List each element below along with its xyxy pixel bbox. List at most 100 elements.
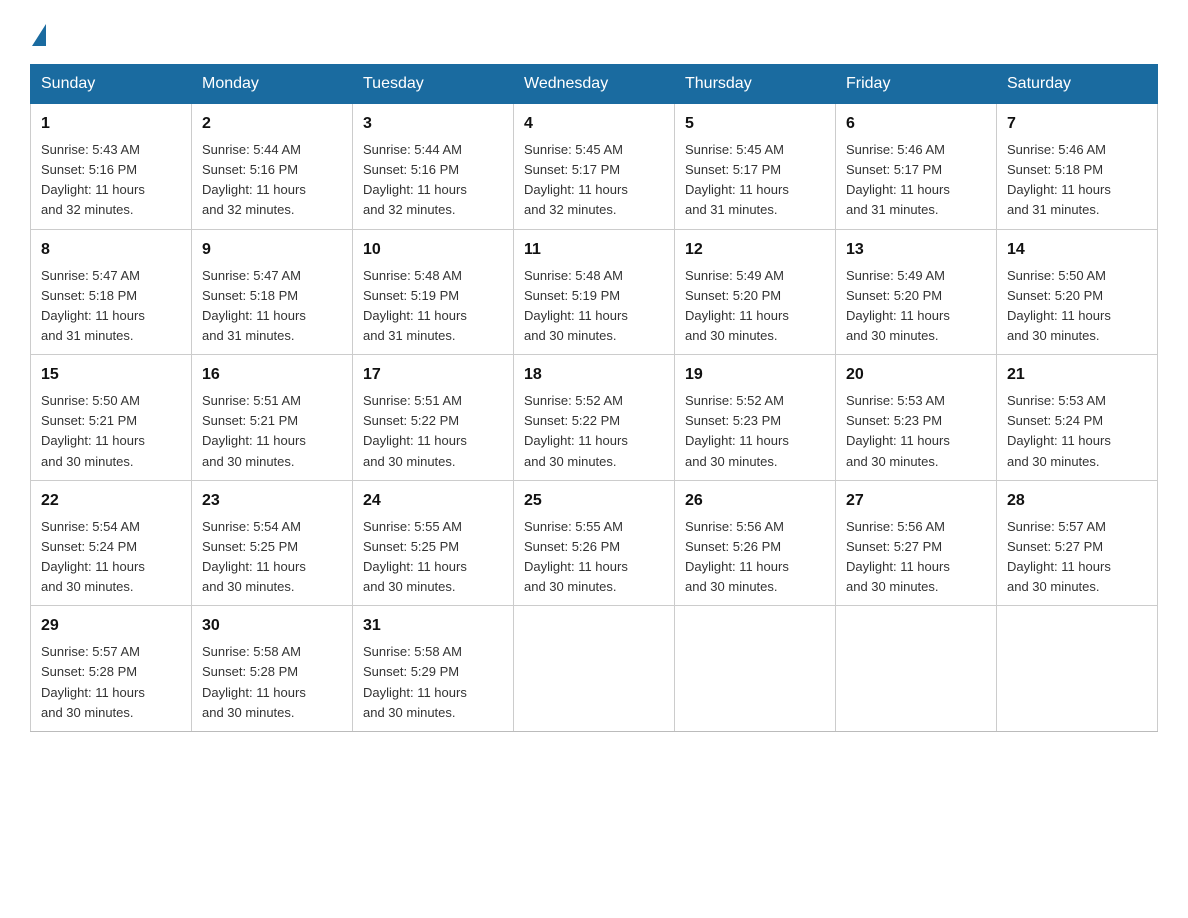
calendar-cell: 9Sunrise: 5:47 AMSunset: 5:18 PMDaylight… xyxy=(192,229,353,355)
day-number: 31 xyxy=(363,614,503,638)
day-number: 26 xyxy=(685,489,825,513)
calendar-cell: 8 Sunrise: 5:47 AMSunset: 5:18 PMDaylight… xyxy=(31,229,192,355)
day-number: 11 xyxy=(524,238,664,262)
day-info: Sunrise: 5:53 AMSunset: 5:24 PMDaylight:… xyxy=(1007,393,1111,468)
weekday-header-saturday: Saturday xyxy=(997,65,1158,104)
day-info: Sunrise: 5:44 AMSunset: 5:16 PMDaylight:… xyxy=(363,142,467,217)
weekday-header-thursday: Thursday xyxy=(675,65,836,104)
day-info: Sunrise: 5:49 AMSunset: 5:20 PMDaylight:… xyxy=(685,268,789,343)
day-number: 20 xyxy=(846,363,986,387)
day-info: Sunrise: 5:55 AMSunset: 5:26 PMDaylight:… xyxy=(524,519,628,594)
day-number: 28 xyxy=(1007,489,1147,513)
day-info: Sunrise: 5:49 AMSunset: 5:20 PMDaylight:… xyxy=(846,268,950,343)
calendar-cell xyxy=(836,606,997,732)
day-info: Sunrise: 5:54 AMSunset: 5:24 PMDaylight:… xyxy=(41,519,145,594)
calendar-cell: 1 Sunrise: 5:43 AMSunset: 5:16 PMDaylight… xyxy=(31,104,192,230)
calendar-cell: 19 Sunrise: 5:52 AMSunset: 5:23 PMDayligh… xyxy=(675,355,836,481)
calendar-cell: 24Sunrise: 5:55 AMSunset: 5:25 PMDayligh… xyxy=(353,480,514,606)
calendar-cell xyxy=(675,606,836,732)
calendar-week-row: 22 Sunrise: 5:54 AMSunset: 5:24 PMDayligh… xyxy=(31,480,1158,606)
calendar-cell: 20 Sunrise: 5:53 AMSunset: 5:23 PMDayligh… xyxy=(836,355,997,481)
day-info: Sunrise: 5:58 AMSunset: 5:29 PMDaylight:… xyxy=(363,644,467,719)
calendar-cell: 11 Sunrise: 5:48 AMSunset: 5:19 PMDayligh… xyxy=(514,229,675,355)
day-number: 7 xyxy=(1007,112,1147,136)
day-info: Sunrise: 5:55 AMSunset: 5:25 PMDaylight:… xyxy=(363,519,467,594)
day-number: 17 xyxy=(363,363,503,387)
day-number: 12 xyxy=(685,238,825,262)
day-number: 22 xyxy=(41,489,181,513)
calendar-cell: 27 Sunrise: 5:56 AMSunset: 5:27 PMDayligh… xyxy=(836,480,997,606)
day-info: Sunrise: 5:46 AMSunset: 5:17 PMDaylight:… xyxy=(846,142,950,217)
day-info: Sunrise: 5:52 AMSunset: 5:23 PMDaylight:… xyxy=(685,393,789,468)
calendar-week-row: 15Sunrise: 5:50 AMSunset: 5:21 PMDayligh… xyxy=(31,355,1158,481)
calendar-cell: 14Sunrise: 5:50 AMSunset: 5:20 PMDayligh… xyxy=(997,229,1158,355)
day-info: Sunrise: 5:51 AMSunset: 5:21 PMDaylight:… xyxy=(202,393,306,468)
day-info: Sunrise: 5:50 AMSunset: 5:20 PMDaylight:… xyxy=(1007,268,1111,343)
day-info: Sunrise: 5:45 AMSunset: 5:17 PMDaylight:… xyxy=(524,142,628,217)
day-number: 27 xyxy=(846,489,986,513)
calendar-cell: 7 Sunrise: 5:46 AMSunset: 5:18 PMDaylight… xyxy=(997,104,1158,230)
calendar-cell: 10 Sunrise: 5:48 AMSunset: 5:19 PMDayligh… xyxy=(353,229,514,355)
day-info: Sunrise: 5:56 AMSunset: 5:27 PMDaylight:… xyxy=(846,519,950,594)
day-number: 8 xyxy=(41,238,181,262)
calendar-cell: 17 Sunrise: 5:51 AMSunset: 5:22 PMDayligh… xyxy=(353,355,514,481)
calendar-cell: 25Sunrise: 5:55 AMSunset: 5:26 PMDayligh… xyxy=(514,480,675,606)
calendar-cell: 6 Sunrise: 5:46 AMSunset: 5:17 PMDaylight… xyxy=(836,104,997,230)
calendar-cell xyxy=(514,606,675,732)
calendar-cell: 3 Sunrise: 5:44 AMSunset: 5:16 PMDaylight… xyxy=(353,104,514,230)
day-info: Sunrise: 5:51 AMSunset: 5:22 PMDaylight:… xyxy=(363,393,467,468)
calendar-week-row: 1 Sunrise: 5:43 AMSunset: 5:16 PMDaylight… xyxy=(31,104,1158,230)
calendar-cell: 12 Sunrise: 5:49 AMSunset: 5:20 PMDayligh… xyxy=(675,229,836,355)
calendar-cell xyxy=(997,606,1158,732)
weekday-header-tuesday: Tuesday xyxy=(353,65,514,104)
day-number: 9 xyxy=(202,238,342,262)
calendar-cell: 28 Sunrise: 5:57 AMSunset: 5:27 PMDayligh… xyxy=(997,480,1158,606)
calendar-cell: 29 Sunrise: 5:57 AMSunset: 5:28 PMDayligh… xyxy=(31,606,192,732)
logo-triangle-icon xyxy=(32,24,46,46)
day-info: Sunrise: 5:57 AMSunset: 5:28 PMDaylight:… xyxy=(41,644,145,719)
weekday-header-row: SundayMondayTuesdayWednesdayThursdayFrid… xyxy=(31,65,1158,104)
day-number: 21 xyxy=(1007,363,1147,387)
calendar-cell: 30 Sunrise: 5:58 AMSunset: 5:28 PMDayligh… xyxy=(192,606,353,732)
day-info: Sunrise: 5:43 AMSunset: 5:16 PMDaylight:… xyxy=(41,142,145,217)
day-info: Sunrise: 5:54 AMSunset: 5:25 PMDaylight:… xyxy=(202,519,306,594)
day-info: Sunrise: 5:58 AMSunset: 5:28 PMDaylight:… xyxy=(202,644,306,719)
page-header xyxy=(30,20,1158,46)
day-number: 16 xyxy=(202,363,342,387)
day-number: 29 xyxy=(41,614,181,638)
day-number: 15 xyxy=(41,363,181,387)
calendar-cell: 16 Sunrise: 5:51 AMSunset: 5:21 PMDayligh… xyxy=(192,355,353,481)
day-number: 1 xyxy=(41,112,181,136)
day-number: 6 xyxy=(846,112,986,136)
day-number: 30 xyxy=(202,614,342,638)
day-info: Sunrise: 5:57 AMSunset: 5:27 PMDaylight:… xyxy=(1007,519,1111,594)
day-number: 13 xyxy=(846,238,986,262)
day-info: Sunrise: 5:53 AMSunset: 5:23 PMDaylight:… xyxy=(846,393,950,468)
calendar-week-row: 29 Sunrise: 5:57 AMSunset: 5:28 PMDayligh… xyxy=(31,606,1158,732)
day-number: 2 xyxy=(202,112,342,136)
day-info: Sunrise: 5:45 AMSunset: 5:17 PMDaylight:… xyxy=(685,142,789,217)
day-info: Sunrise: 5:52 AMSunset: 5:22 PMDaylight:… xyxy=(524,393,628,468)
calendar-week-row: 8 Sunrise: 5:47 AMSunset: 5:18 PMDaylight… xyxy=(31,229,1158,355)
calendar-cell: 15Sunrise: 5:50 AMSunset: 5:21 PMDayligh… xyxy=(31,355,192,481)
day-info: Sunrise: 5:48 AMSunset: 5:19 PMDaylight:… xyxy=(363,268,467,343)
day-info: Sunrise: 5:56 AMSunset: 5:26 PMDaylight:… xyxy=(685,519,789,594)
weekday-header-monday: Monday xyxy=(192,65,353,104)
day-number: 10 xyxy=(363,238,503,262)
day-info: Sunrise: 5:44 AMSunset: 5:16 PMDaylight:… xyxy=(202,142,306,217)
weekday-header-wednesday: Wednesday xyxy=(514,65,675,104)
day-info: Sunrise: 5:48 AMSunset: 5:19 PMDaylight:… xyxy=(524,268,628,343)
calendar-cell: 22 Sunrise: 5:54 AMSunset: 5:24 PMDayligh… xyxy=(31,480,192,606)
day-number: 23 xyxy=(202,489,342,513)
weekday-header-friday: Friday xyxy=(836,65,997,104)
calendar-cell: 21 Sunrise: 5:53 AMSunset: 5:24 PMDayligh… xyxy=(997,355,1158,481)
calendar-cell: 26 Sunrise: 5:56 AMSunset: 5:26 PMDayligh… xyxy=(675,480,836,606)
day-info: Sunrise: 5:46 AMSunset: 5:18 PMDaylight:… xyxy=(1007,142,1111,217)
calendar-table: SundayMondayTuesdayWednesdayThursdayFrid… xyxy=(30,64,1158,732)
day-number: 4 xyxy=(524,112,664,136)
day-number: 3 xyxy=(363,112,503,136)
weekday-header-sunday: Sunday xyxy=(31,65,192,104)
day-number: 19 xyxy=(685,363,825,387)
day-info: Sunrise: 5:47 AMSunset: 5:18 PMDaylight:… xyxy=(41,268,145,343)
calendar-cell: 31 Sunrise: 5:58 AMSunset: 5:29 PMDayligh… xyxy=(353,606,514,732)
